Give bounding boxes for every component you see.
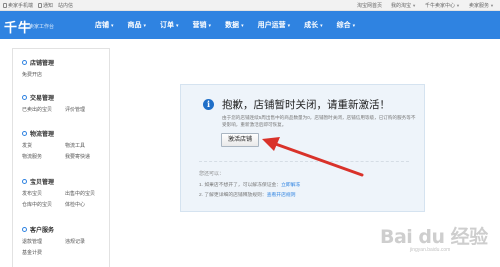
- sidebar-link[interactable]: 已卖出的宝贝: [22, 106, 52, 113]
- notice-title: 抱歉，店铺暂时关闭，请重新激活！: [222, 99, 390, 111]
- help-title: 您还可以：: [199, 171, 225, 177]
- nav-item-user-operations[interactable]: 用户运营 ▾: [258, 20, 291, 30]
- chevron-down-icon: ▾: [352, 23, 356, 29]
- baidu-watermark: Bai du 经验 jingyan.baidu.com: [380, 222, 495, 260]
- phone-icon: [3, 3, 7, 8]
- product-icon: [22, 179, 27, 184]
- sidebar-section-title[interactable]: 交易管理: [22, 93, 54, 102]
- nav-item-data[interactable]: 数据 ▾: [225, 20, 244, 30]
- unfreeze-deposit-link[interactable]: 立即解冻: [281, 183, 300, 188]
- sidebar-link[interactable]: 基金计费: [22, 249, 42, 256]
- store-rules-link[interactable]: 查看开店规则: [267, 193, 296, 198]
- top-bar-left: 卖家手机端 通知 站内信: [3, 2, 73, 9]
- sidebar-section-title[interactable]: 店铺管理: [22, 58, 54, 67]
- sidebar-link[interactable]: 违规记录: [65, 238, 85, 245]
- sidebar-link[interactable]: 发货: [22, 142, 32, 149]
- sidebar-link[interactable]: 物流工具: [65, 142, 85, 149]
- help-item: 1. 如果店不想开了，可以解冻保证金：立即解冻: [199, 183, 301, 188]
- mobile-link[interactable]: 卖家手机端: [3, 2, 33, 9]
- nav-menu: 店铺 ▾ 商品 ▾ 订单 ▾ 营销 ▾ 数据 ▾ 用户运营 ▾ 成长 ▾ 综合 ▾: [95, 20, 355, 30]
- messages-link[interactable]: 站内信: [58, 2, 73, 9]
- chevron-down-icon: ▾: [287, 23, 291, 29]
- seller-center-link[interactable]: 千牛卖家中心▼: [425, 2, 460, 9]
- info-icon: i: [203, 99, 214, 110]
- divider: [199, 161, 409, 162]
- logistics-icon: [22, 131, 27, 136]
- chevron-down-icon: ▾: [208, 23, 212, 29]
- help-item: 2. 了解更详细的店铺释放规则：查看开店规则: [199, 193, 296, 198]
- main-navbar: 千牛 卖家工作台 店铺 ▾ 商品 ▾ 订单 ▾ 营销 ▾ 数据 ▾ 用户运营 ▾ 成长 ▾ 综…: [0, 11, 500, 39]
- sidebar-link[interactable]: 我要寄快递: [65, 153, 90, 160]
- store-closed-notice: i 抱歉，店铺暂时关闭，请重新激活！ 由于您的店铺连续5周出售中的商品数量为0，…: [180, 84, 425, 212]
- baidu-logo: Bai du 经验: [380, 226, 488, 248]
- chevron-down-icon: ▾: [143, 23, 147, 29]
- chevron-down-icon: ▼: [456, 3, 461, 8]
- chevron-down-icon: ▾: [241, 23, 244, 29]
- taobao-home-link[interactable]: 淘宝网首页: [357, 2, 382, 9]
- sidebar-section-title[interactable]: 物流管理: [22, 129, 54, 138]
- sidebar-link[interactable]: 仓库中的宝贝: [22, 201, 52, 208]
- customer-service-icon: [22, 227, 27, 232]
- nav-item-growth[interactable]: 成长 ▾: [304, 20, 323, 30]
- sidebar-section-title[interactable]: 宝贝管理: [22, 177, 54, 186]
- seller-service-link[interactable]: 卖家服务▼: [469, 2, 494, 9]
- notice-description: 由于您的店铺连续5周出售中的商品数量为0，店铺暂时关闭，店铺信用等级，已订购的服…: [222, 115, 416, 127]
- watermark-url: jingyan.baidu.com: [410, 247, 451, 253]
- sidebar-link[interactable]: 体检中心: [65, 201, 85, 208]
- sidebar-link[interactable]: 免费开店: [22, 71, 42, 78]
- nav-item-products[interactable]: 商品 ▾: [128, 20, 147, 30]
- notifications-link[interactable]: 通知: [38, 2, 53, 9]
- sidebar-link[interactable]: 退款管理: [22, 238, 42, 245]
- nav-item-general[interactable]: 综合 ▾: [337, 20, 356, 30]
- bell-icon: [38, 3, 43, 8]
- top-utility-bar: 卖家手机端 通知 站内信 淘宝网首页 我的淘宝▼ 千牛卖家中心▼ 卖家服务▼: [0, 0, 500, 11]
- sidebar-link[interactable]: 发布宝贝: [22, 190, 42, 197]
- sidebar-link[interactable]: 评价管理: [65, 106, 85, 113]
- trade-icon: [22, 95, 27, 100]
- my-taobao-link[interactable]: 我的淘宝▼: [391, 2, 416, 9]
- top-bar-right: 淘宝网首页 我的淘宝▼ 千牛卖家中心▼ 卖家服务▼: [357, 2, 494, 9]
- chevron-down-icon: ▾: [111, 23, 114, 29]
- store-icon: [22, 60, 27, 65]
- sidebar-link[interactable]: 物流服务: [22, 153, 42, 160]
- chevron-down-icon: ▾: [176, 23, 179, 29]
- sidebar: 店铺管理 免费开店 交易管理 已卖出的宝贝 评价管理 物流管理 发货 物流工具 …: [12, 48, 110, 267]
- nav-item-store[interactable]: 店铺 ▾: [95, 20, 114, 30]
- qianniu-logo[interactable]: 千牛: [4, 17, 32, 36]
- nav-item-marketing[interactable]: 营销 ▾: [193, 20, 212, 30]
- chevron-down-icon: ▼: [412, 3, 417, 8]
- chevron-down-icon: ▾: [320, 23, 323, 29]
- logo-subtitle: 卖家工作台: [29, 24, 55, 30]
- nav-item-orders[interactable]: 订单 ▾: [160, 20, 179, 30]
- sidebar-link[interactable]: 出售中的宝贝: [65, 190, 95, 197]
- chevron-down-icon: ▼: [490, 3, 494, 8]
- sidebar-section-title[interactable]: 客户服务: [22, 225, 54, 234]
- reactivate-store-button[interactable]: 激活店铺: [221, 133, 259, 147]
